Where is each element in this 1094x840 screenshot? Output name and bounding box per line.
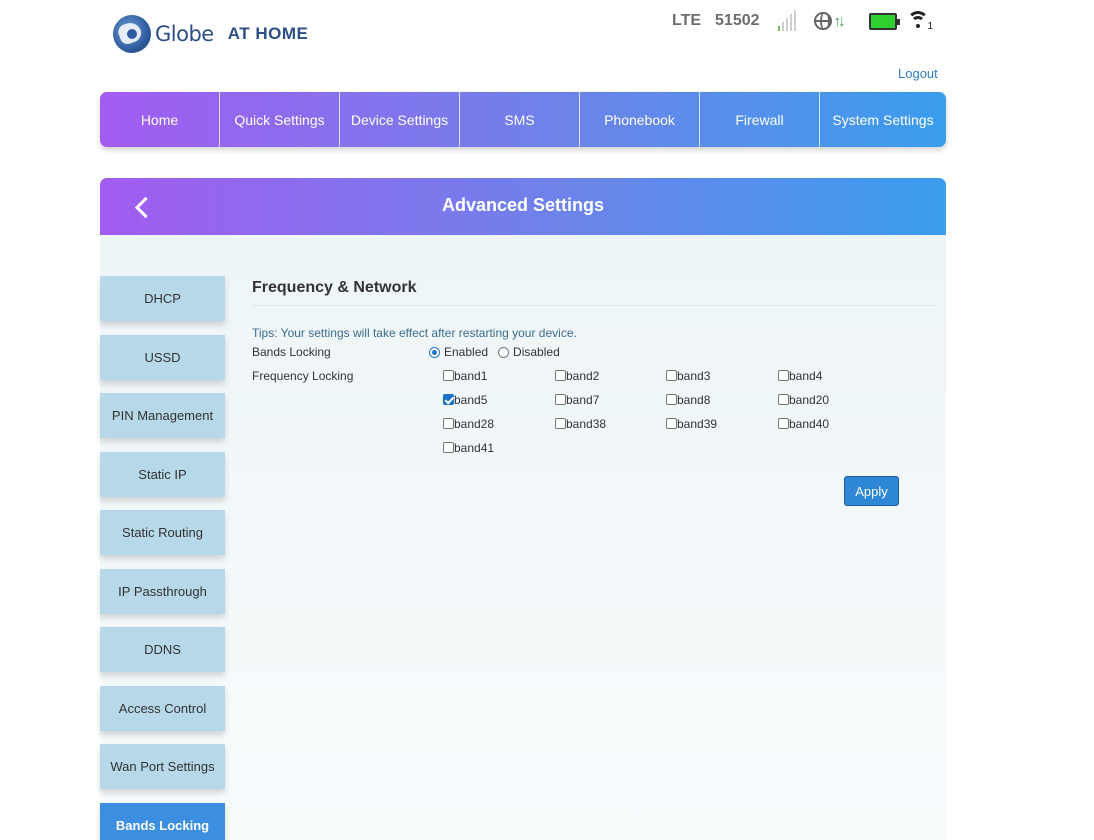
logout-link[interactable]: Logout	[898, 66, 938, 81]
sidebar-item-ddns[interactable]: DDNS	[100, 627, 225, 672]
bands-locking-label: Bands Locking	[252, 345, 331, 359]
apply-button[interactable]: Apply	[844, 476, 899, 506]
band-checkbox[interactable]	[666, 418, 677, 429]
section-title: Frequency & Network	[252, 279, 936, 306]
band-option[interactable]: band1	[443, 368, 555, 383]
disabled-radio[interactable]	[498, 346, 510, 358]
band-option[interactable]: band40	[778, 416, 890, 431]
nav-phonebook[interactable]: Phonebook	[580, 92, 700, 147]
sidebar: DHCP USSD PIN Management Static IP Stati…	[100, 276, 226, 840]
wifi-client-count: 1	[927, 21, 934, 32]
band-option[interactable]: band2	[555, 368, 666, 383]
brand-suffix: AT HOME	[227, 24, 309, 43]
tips-text: Tips: Your settings will take effect aft…	[252, 326, 577, 340]
frequency-locking-label: Frequency Locking	[252, 369, 354, 383]
band-label: band41	[454, 440, 495, 455]
enabled-radio[interactable]	[429, 346, 440, 358]
nav-system-settings[interactable]: System Settings	[820, 92, 946, 147]
band-label: band28	[454, 416, 495, 431]
band-label: band20	[789, 392, 830, 407]
signal-strength-icon	[777, 10, 796, 31]
band-option[interactable]: band8	[666, 392, 778, 407]
band-label: band4	[789, 368, 823, 383]
band-option[interactable]: band38	[555, 416, 666, 431]
band-option[interactable]: band39	[666, 416, 778, 431]
band-checkbox[interactable]	[778, 370, 789, 381]
band-option[interactable]: band7	[555, 392, 666, 407]
band-option[interactable]: band20	[778, 392, 890, 407]
page-title: Advanced Settings	[441, 195, 605, 215]
battery-icon	[868, 12, 900, 30]
frequency-locking-row: Frequency Locking band1 band2 band3 band4 ba…	[252, 369, 936, 469]
band-checkbox[interactable]	[666, 394, 677, 405]
bands-locking-radio-group: Enabled Disabled	[429, 345, 570, 359]
sidebar-item-dhcp[interactable]: DHCP	[100, 276, 225, 321]
band-checkbox[interactable]	[555, 418, 566, 429]
band-option[interactable]: band4	[778, 368, 890, 383]
band-checkbox-grid: band1 band2 band3 band4 band5 band7 band8 band2…	[443, 368, 890, 455]
nav-home[interactable]: Home	[100, 92, 220, 147]
band-option[interactable]: band3	[666, 368, 778, 383]
bands-locking-row: Bands Locking Enabled Disabled	[252, 345, 936, 367]
sidebar-item-access-control[interactable]: Access Control	[100, 685, 225, 731]
band-checkbox[interactable]	[555, 370, 566, 381]
network-type: LTE	[672, 12, 702, 29]
band-option[interactable]: band5	[443, 392, 555, 407]
band-checkbox[interactable]	[778, 418, 789, 429]
band-label: band38	[566, 416, 607, 431]
wifi-icon: 1	[906, 9, 935, 33]
band-checkbox[interactable]	[778, 394, 789, 405]
sidebar-item-static-ip[interactable]: Static IP	[100, 451, 225, 497]
band-label: band3	[677, 368, 711, 383]
band-label: band7	[566, 392, 600, 407]
operator-code: 51502	[715, 12, 760, 29]
sidebar-item-ip-passthrough[interactable]: IP Passthrough	[100, 568, 225, 614]
main-nav: Home Quick Settings Device Settings SMS …	[100, 92, 946, 147]
band-label: band40	[789, 416, 830, 431]
band-label: band39	[677, 416, 718, 431]
band-checkbox[interactable]	[443, 370, 454, 381]
band-label: band8	[677, 392, 711, 407]
globe-logo-icon	[113, 15, 151, 53]
status-bar: LTE 51502 ↑↓ 1	[672, 8, 935, 34]
band-option[interactable]: band41	[443, 440, 555, 455]
sidebar-item-wan-port-settings[interactable]: Wan Port Settings	[100, 744, 225, 789]
sidebar-item-ussd[interactable]: USSD	[100, 334, 225, 380]
nav-quick-settings[interactable]: Quick Settings	[220, 92, 340, 147]
content-area: Frequency & Network Tips: Your settings …	[252, 279, 936, 469]
sidebar-item-bands-locking[interactable]: Bands Locking	[100, 802, 225, 840]
band-checkbox[interactable]	[443, 394, 454, 405]
nav-sms[interactable]: SMS	[460, 92, 580, 147]
band-label: band2	[566, 368, 600, 383]
band-label: band5	[454, 392, 488, 407]
band-checkbox[interactable]	[666, 370, 677, 381]
panel-header: Advanced Settings	[100, 178, 946, 235]
band-checkbox[interactable]	[443, 418, 454, 429]
enabled-radio-label: Enabled	[444, 345, 489, 359]
data-transfer-icon: ↑↓	[833, 12, 846, 30]
disabled-radio-label: Disabled	[513, 345, 560, 359]
band-option[interactable]: band28	[443, 416, 555, 431]
nav-firewall[interactable]: Firewall	[700, 92, 820, 147]
sidebar-item-pin-management[interactable]: PIN Management	[100, 393, 225, 438]
brand-logo: Globe AT HOME	[113, 14, 308, 54]
band-checkbox[interactable]	[443, 442, 454, 453]
brand-name: Globe	[155, 22, 214, 46]
band-label: band1	[454, 368, 488, 383]
sidebar-item-static-routing[interactable]: Static Routing	[100, 510, 225, 555]
nav-device-settings[interactable]: Device Settings	[340, 92, 460, 147]
band-checkbox[interactable]	[555, 394, 566, 405]
internet-globe-icon	[813, 12, 832, 30]
